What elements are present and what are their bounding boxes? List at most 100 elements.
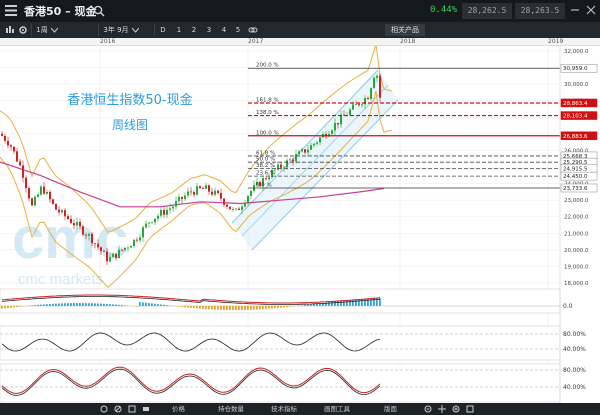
price-tick-label: 23,000.0 (564, 198, 589, 204)
candle-body (268, 177, 270, 180)
candle-body (106, 251, 108, 262)
save-icon[interactable] (128, 405, 136, 413)
candle-body (295, 154, 297, 162)
candle-body (25, 177, 27, 189)
fib-price-label: 26,883.6 (563, 134, 588, 140)
buy-price-button[interactable]: 28,263.5 (515, 3, 565, 19)
related-products-button[interactable]: 相关产品 (385, 24, 425, 36)
layout-tab[interactable]: 版面 (384, 403, 397, 415)
holdings-tab[interactable]: 持仓数量 (218, 403, 244, 415)
draw-mode-button[interactable]: D (158, 22, 168, 38)
macd-bar (91, 303, 93, 306)
macd-bar (355, 299, 357, 306)
candle-body (157, 215, 159, 219)
preset-button-1[interactable]: 1 (175, 22, 183, 38)
macd-bar (352, 299, 354, 306)
block-icon[interactable] (114, 405, 122, 413)
candle-body (178, 196, 180, 202)
preset-button-5[interactable]: 5 (234, 22, 242, 38)
layers-icon[interactable] (142, 405, 150, 413)
candle-body (181, 196, 183, 199)
zoom-in-icon[interactable] (452, 405, 460, 413)
candle-body (247, 196, 249, 203)
candle-body (229, 206, 231, 210)
candle-body (73, 223, 75, 226)
macd-bar (139, 301, 141, 306)
macd-bar (343, 300, 345, 306)
time-axis: 2016 2017 2018 2019 (0, 38, 600, 46)
menu-icon[interactable] (5, 5, 17, 16)
close-icon[interactable] (586, 5, 596, 15)
instrument-title: 香港50 – 现金 (24, 5, 97, 18)
refresh-icon[interactable] (100, 405, 108, 413)
candle-body (94, 243, 96, 245)
candle-body (151, 222, 153, 224)
macd-bar (226, 306, 228, 310)
preset-button-3[interactable]: 3 (205, 22, 213, 38)
candle-body (103, 251, 105, 252)
drawing-tools-tab[interactable]: 画图工具 (324, 403, 350, 415)
technical-indicators-tab[interactable]: 技术指标 (271, 403, 297, 415)
macd-bar (271, 306, 273, 309)
indicator-panel-3 (0, 363, 561, 403)
macd-bar (238, 306, 240, 310)
candle-body (124, 247, 126, 251)
period-button[interactable]: 1周 (34, 22, 50, 38)
macd-bar (349, 300, 351, 306)
candle-body (4, 135, 6, 141)
candle-body (169, 208, 171, 210)
candle-body (160, 210, 162, 216)
macd-bar (181, 306, 183, 307)
candle-body (214, 190, 216, 195)
candle-body (208, 185, 210, 192)
macd-bar (196, 306, 198, 309)
macd-bar (301, 305, 303, 306)
candle-body (40, 186, 42, 195)
chart-type-icon[interactable] (5, 25, 15, 35)
macd-bar (307, 304, 309, 306)
macd-bar (334, 301, 336, 306)
minimize-icon[interactable] (570, 5, 580, 15)
candle-body (280, 164, 282, 168)
macd-bar (289, 306, 291, 307)
sell-price-button[interactable]: 28,262.5 (462, 3, 512, 19)
crosshair-icon[interactable] (438, 405, 446, 413)
chevron-down-icon[interactable] (132, 27, 139, 33)
macd-bar (1, 306, 3, 309)
macd-bar (61, 303, 63, 306)
zoom-out-icon[interactable] (424, 405, 432, 413)
range-button[interactable]: 3年 9月 (101, 22, 131, 38)
candle-body (355, 104, 357, 105)
candle-body (16, 151, 18, 162)
chevron-down-icon[interactable] (51, 27, 58, 33)
macd-bar (64, 303, 66, 306)
candle-body (115, 253, 117, 258)
link-icon[interactable] (248, 25, 258, 35)
macd-bar (55, 303, 57, 306)
macd-bar (67, 303, 69, 306)
fit-icon[interactable] (466, 405, 474, 413)
fib-price-label: 28,103.4 (563, 114, 588, 120)
macd-bar (229, 306, 231, 310)
indicator-3-tick: 40.00% (563, 384, 586, 391)
price-tick-label: 20,000.0 (564, 248, 589, 254)
macd-bar (10, 306, 12, 308)
preset-button-2[interactable]: 2 (190, 22, 198, 38)
candle-body (13, 146, 15, 152)
alerts-tab[interactable]: 价格 (172, 403, 185, 415)
settings-gear-icon[interactable] (18, 25, 28, 35)
candle-body (232, 209, 234, 210)
macd-bar (304, 305, 306, 306)
macd-bar (103, 303, 105, 306)
search-icon[interactable] (93, 5, 105, 17)
macd-bar (220, 306, 222, 310)
candle-body (10, 145, 12, 147)
macd-bar (34, 305, 36, 306)
candle-body (331, 130, 333, 134)
preset-button-4[interactable]: 4 (220, 22, 228, 38)
time-label: 2017 (248, 38, 264, 45)
macd-bar (100, 303, 102, 306)
macd-bar (280, 306, 282, 308)
price-chart[interactable]: cmc cmc markets 200.0 %161.8 %138.0 %100… (0, 46, 600, 403)
candle-body (58, 209, 60, 213)
